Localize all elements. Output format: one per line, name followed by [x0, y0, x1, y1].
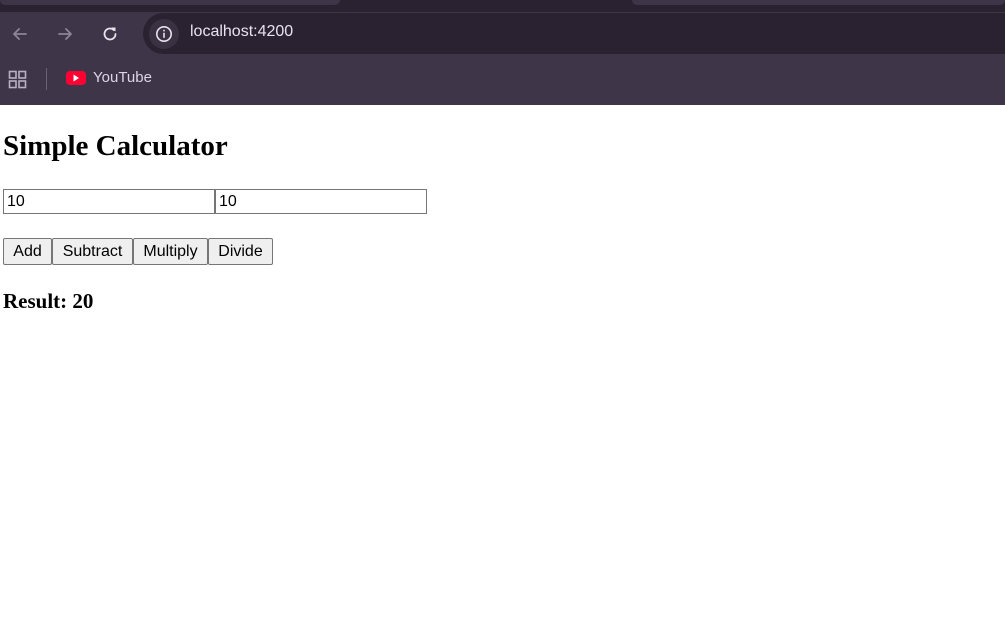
- result-label: Result:: [3, 289, 68, 313]
- tab-strip: [0, 0, 1005, 12]
- page-title: Simple Calculator: [3, 130, 228, 162]
- browser-chrome: localhost:4200 YouTube: [0, 0, 1005, 105]
- page-content: Simple Calculator Add Subtract Multiply …: [0, 105, 1005, 631]
- back-button[interactable]: [7, 21, 33, 47]
- result-value: 20: [72, 289, 94, 313]
- bookmark-label: YouTube: [93, 69, 152, 86]
- forward-arrow-icon: [58, 28, 72, 40]
- site-info-button[interactable]: [149, 19, 179, 49]
- address-bar[interactable]: localhost:4200: [143, 13, 1005, 54]
- reload-icon: [103, 27, 117, 41]
- divide-button[interactable]: Divide: [208, 238, 273, 265]
- multiply-button[interactable]: Multiply: [133, 238, 208, 265]
- bookmarks-bar: YouTube: [0, 56, 1005, 105]
- tab-left[interactable]: [0, 0, 340, 5]
- bookmarks-divider: [46, 68, 47, 90]
- back-arrow-icon: [13, 28, 27, 40]
- bookmark-youtube[interactable]: YouTube: [66, 69, 152, 86]
- forward-button[interactable]: [52, 21, 78, 47]
- second-number-input[interactable]: [215, 189, 427, 214]
- result-heading: Result: 20: [3, 289, 93, 314]
- subtract-button[interactable]: Subtract: [52, 238, 133, 265]
- browser-toolbar: localhost:4200: [0, 12, 1005, 56]
- tab-right[interactable]: [632, 0, 1005, 5]
- first-number-input[interactable]: [3, 189, 215, 214]
- reload-button[interactable]: [97, 21, 123, 47]
- apps-grid-icon[interactable]: [8, 70, 28, 90]
- url-text[interactable]: localhost:4200: [190, 23, 293, 41]
- info-icon: [156, 26, 172, 42]
- add-button[interactable]: Add: [3, 238, 52, 265]
- youtube-icon: [66, 70, 86, 85]
